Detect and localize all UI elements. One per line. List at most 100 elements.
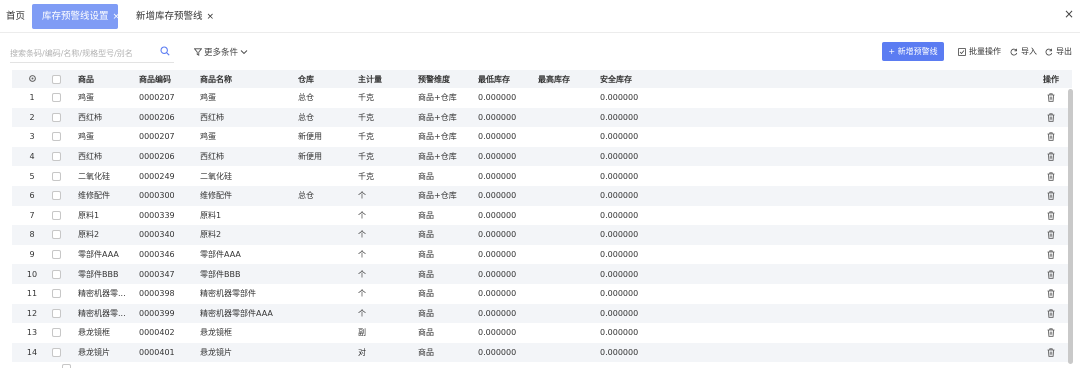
cell-name: 精密机器零部件 (200, 289, 256, 299)
row-checkbox[interactable] (52, 206, 78, 226)
trash-icon[interactable] (1047, 93, 1055, 102)
cell-min: 0.000000 (478, 225, 538, 245)
row-checkbox[interactable] (52, 166, 78, 186)
row-actions (1030, 245, 1072, 265)
cell-safe: 0.000000 (600, 171, 639, 181)
row-checkbox[interactable] (52, 323, 78, 343)
table-row[interactable]: 8 原料2 0000340 原料2 个商品 0.000000 0.000000 (12, 225, 1072, 245)
trash-icon[interactable] (1047, 172, 1055, 181)
column-header[interactable]: 商品编码 (139, 70, 200, 88)
row-index: 9 (29, 250, 35, 260)
close-icon[interactable]: × (1064, 7, 1074, 21)
column-header[interactable]: 主计量 (358, 70, 418, 88)
row-checkbox[interactable] (52, 342, 78, 363)
trash-icon[interactable] (1047, 328, 1055, 338)
row-checkbox[interactable] (52, 245, 78, 265)
batch-label: 批量操作 (969, 47, 1001, 56)
tab-close-icon[interactable]: × (113, 12, 121, 22)
row-actions (1030, 185, 1072, 206)
cell-dimension: 商品+仓库 (418, 185, 478, 206)
trash-icon[interactable] (1047, 309, 1055, 318)
cell-unit: 个 (358, 264, 418, 284)
table-row[interactable]: 1 鸡蛋 0000207 鸡蛋 总仓 千克 商品+仓库 0.000000 0.000000 (12, 88, 1072, 108)
trash-icon[interactable] (1047, 250, 1055, 259)
column-header[interactable]: 商品名称 (200, 70, 298, 88)
tab-new-warning-line[interactable]: 新增库存预警线 × (130, 4, 214, 29)
table-row[interactable]: 11 精密机器零... 0000398 精密机器零部件 个 商品 0.000000 0.000… (12, 284, 1072, 304)
cell-dimension: 商品+仓库 (418, 132, 457, 142)
trash-icon[interactable] (1047, 289, 1055, 298)
column-header[interactable]: 最低库存 (478, 70, 538, 88)
cell-max (538, 127, 600, 147)
tab-home[interactable]: 首页 (6, 4, 25, 29)
cell-unit: 千克 (358, 146, 418, 167)
trash-icon[interactable] (1047, 191, 1055, 200)
table-row[interactable]: 14 悬龙镜片 0000401 悬龙镜片对商品 0.000000 0.000000 (12, 342, 1072, 363)
vertical-scrollbar[interactable] (1068, 89, 1073, 364)
cell-safe: 0.000000 (600, 210, 639, 220)
column-header[interactable]: 商品 (78, 70, 139, 88)
tab-close-icon[interactable]: × (207, 12, 215, 22)
row-index: 7 (29, 210, 35, 220)
add-warning-line-button[interactable]: + 新增预警线 (882, 42, 944, 61)
row-actions (1030, 225, 1072, 245)
row-checkbox[interactable] (52, 225, 78, 245)
export-button[interactable]: 导出 (1045, 46, 1072, 57)
cell-product: 西红柿 (78, 107, 139, 128)
row-checkbox[interactable] (52, 284, 78, 304)
column-header[interactable]: 安全库存 (600, 70, 1030, 88)
cell-safe: 0.000000 (600, 342, 1030, 363)
row-checkbox[interactable] (52, 146, 78, 167)
table-row[interactable]: 6 维修配件 0000300 维修配件 总仓个商品+仓库 0.000000 0.000000 (12, 185, 1072, 206)
batch-operation-button[interactable]: 批量操作 (958, 46, 1001, 57)
cell-dimension: 商品+仓库 (418, 146, 478, 167)
trash-icon[interactable] (1047, 230, 1055, 240)
cell-dimension: 商品 (418, 328, 434, 338)
row-actions (1030, 206, 1072, 226)
table-row[interactable]: 12 精密机器零... 0000399 精密机器零部件AAA 个商品 0.000000 0.… (12, 303, 1072, 324)
table-row[interactable]: 7 原料1 0000339 原料1 个 商品 0.000000 0.000000 (12, 206, 1072, 226)
table-row[interactable]: 13 悬龙镜框 0000402 悬龙镜框 副 商品 0.000000 0.000000 (12, 323, 1072, 343)
trash-icon[interactable] (1047, 113, 1055, 122)
cell-warehouse (298, 166, 358, 186)
table-row[interactable]: 4 西红柿 0000206 西红柿 新便用 千克 商品+仓库 0.000000 0.000000 (12, 146, 1072, 167)
tab-inventory-warning-settings[interactable]: 库存预警线设置 × (32, 4, 121, 29)
cell-max (538, 107, 600, 128)
cell-max (538, 225, 600, 245)
select-all-checkbox[interactable] (52, 70, 78, 88)
row-checkbox[interactable] (52, 264, 78, 284)
table-row[interactable]: 3 鸡蛋 0000207 鸡蛋 新便用 千克 商品+仓库 0.000000 0.000000 (12, 127, 1072, 147)
row-checkbox[interactable] (52, 88, 78, 108)
cell-max (538, 206, 600, 226)
cell-min: 0.000000 (478, 264, 538, 284)
table-row[interactable]: 5 二氧化硅 0000249 二氧化硅 千克 商品 0.000000 0.000000 (12, 166, 1072, 186)
column-header[interactable]: 最高库存 (538, 70, 600, 88)
row-checkbox[interactable] (62, 364, 71, 368)
trash-icon[interactable] (1047, 211, 1055, 220)
cell-dimension: 商品 (418, 225, 478, 245)
gear-icon[interactable] (28, 74, 37, 83)
row-checkbox[interactable] (52, 185, 78, 206)
cell-code: 0000300 (139, 185, 200, 206)
row-checkbox[interactable] (52, 303, 78, 324)
cell-min: 0.000000 (478, 342, 538, 363)
row-checkbox[interactable] (52, 127, 78, 147)
cell-unit: 千克 (358, 171, 374, 181)
search-icon[interactable] (160, 46, 170, 56)
trash-icon[interactable] (1047, 132, 1055, 142)
row-checkbox[interactable] (52, 107, 78, 128)
import-button[interactable]: 导入 (1010, 46, 1037, 57)
trash-icon[interactable] (1047, 348, 1055, 357)
more-filters-button[interactable]: 更多条件 (194, 46, 248, 58)
column-header[interactable]: 仓库 (298, 70, 358, 88)
column-header[interactable]: 预警维度 (418, 70, 478, 88)
table-row[interactable]: 10 零部件BBB 0000347 零部件BBB 个商品 0.000000 0.000000 (12, 264, 1072, 284)
trash-icon[interactable] (1047, 270, 1055, 279)
table-row[interactable]: 9 零部件AAA 0000346 零部件AAA 个 商品 0.000000 0.000000 (12, 245, 1072, 265)
search-input[interactable] (10, 46, 150, 60)
cell-max (538, 146, 600, 167)
column-settings[interactable] (12, 70, 52, 88)
cell-safe: 0.000000 (600, 250, 639, 260)
table-row[interactable]: 2 西红柿 0000206 西红柿 总仓 千克 商品+仓库 0.000000 0.000000 (12, 107, 1072, 128)
trash-icon[interactable] (1047, 152, 1055, 161)
